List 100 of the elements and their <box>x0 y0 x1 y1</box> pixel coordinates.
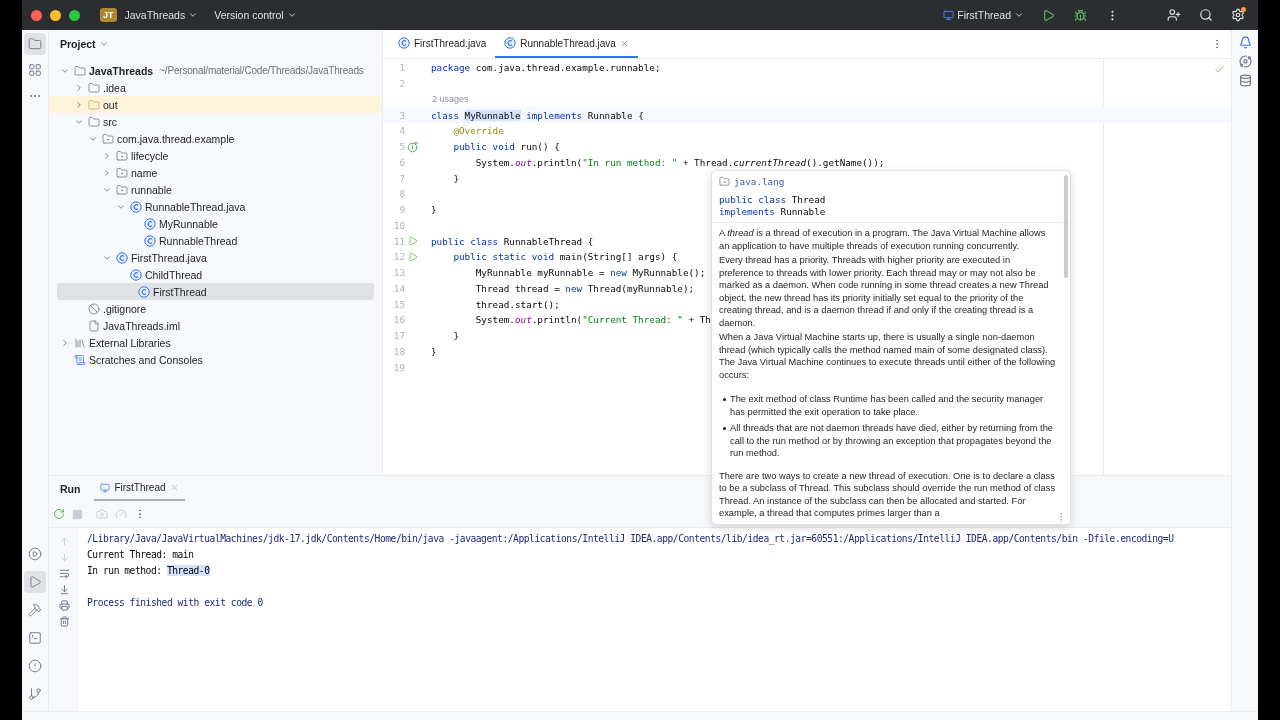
chevron-right-icon[interactable] <box>74 82 84 93</box>
tree-item[interactable]: name <box>49 164 382 181</box>
line-number: 15 <box>392 298 405 310</box>
tree-item[interactable]: .gitignore <box>49 300 382 317</box>
code-text: } <box>431 345 437 357</box>
terminal-icon <box>28 631 42 645</box>
chevron-right-icon[interactable] <box>60 337 70 348</box>
scrollbar[interactable] <box>1064 175 1068 278</box>
close-window-button[interactable] <box>31 9 42 21</box>
code-text: MyRunnable myRunnable = new MyRunnable(); <box>474 267 706 279</box>
database-icon[interactable] <box>1238 74 1252 87</box>
class-icon <box>398 37 410 49</box>
doc-paragraph: Every thread has a priority. Threads with higher priority are executed in preference to threads with lower priority. Each thread may or may not also be marked as a daemon. When code running in some thread creates a new Thread object, the new thread has its priority initially set equal to the priority of the creating thread, and is a daemon thread if and only if the creating thread is a daemon. <box>719 254 1050 329</box>
project-menu[interactable]: JavaThreads <box>124 9 199 21</box>
run-icon[interactable] <box>1041 8 1055 22</box>
printer-icon[interactable] <box>58 600 70 611</box>
version-control-menu[interactable]: Version control <box>214 9 297 21</box>
run-configuration-menu[interactable]: FirstThread <box>943 9 1024 21</box>
chevron-down-icon[interactable] <box>188 10 199 20</box>
line-number: 12 <box>392 251 405 263</box>
arrow-up-icon[interactable] <box>58 536 70 547</box>
trash-icon[interactable] <box>58 616 70 627</box>
line-number: 7 <box>398 172 405 184</box>
stop-icon[interactable] <box>72 508 83 520</box>
package-icon <box>116 183 128 196</box>
search-icon[interactable] <box>1199 8 1213 22</box>
folder-icon <box>88 81 100 94</box>
library-icon <box>74 336 86 349</box>
class-icon <box>130 200 142 213</box>
ignore-icon <box>88 302 100 315</box>
override-gutter-icon[interactable] <box>406 140 419 153</box>
usages-hint[interactable]: 2 usages <box>432 94 469 105</box>
tree-item[interactable]: RunnableThread <box>49 232 382 249</box>
notifications-icon[interactable] <box>1238 36 1252 49</box>
rerun-icon[interactable] <box>53 508 65 520</box>
line-number: 2 <box>398 78 405 90</box>
code-text: @Override <box>452 125 504 137</box>
code-text: public void run() { <box>452 141 560 153</box>
structure-icon <box>28 63 42 77</box>
tool-window-button[interactable] <box>24 571 46 593</box>
minimize-window-button[interactable] <box>50 9 61 21</box>
close-icon[interactable] <box>169 483 179 492</box>
tree-item[interactable]: JavaThreads.iml <box>49 317 382 334</box>
gauge-icon[interactable] <box>115 508 127 520</box>
problems-icon <box>28 659 42 673</box>
add-user-icon[interactable] <box>1167 8 1181 22</box>
close-icon[interactable] <box>619 38 629 48</box>
chevron-right-icon[interactable] <box>102 150 112 161</box>
line-number: 9 <box>398 204 405 216</box>
code-text: } <box>452 172 459 184</box>
bug-icon[interactable] <box>1073 8 1087 22</box>
zoom-window-button[interactable] <box>69 9 80 21</box>
tree-item[interactable]: .idea <box>49 79 382 96</box>
editor-tab[interactable]: RunnableThread.java <box>495 30 638 58</box>
package-icon <box>102 132 114 145</box>
tree-item[interactable]: External Libraries <box>49 334 382 351</box>
folder-icon <box>88 98 100 111</box>
signature-line: implements Runnable <box>719 206 827 217</box>
class-icon <box>116 251 128 264</box>
editor-tab[interactable]: FirstThread.java <box>389 30 496 58</box>
tree-item[interactable]: RunnableThread.java <box>49 198 382 215</box>
line-number: 1 <box>398 62 405 74</box>
run-gutter-icon[interactable] <box>407 251 418 262</box>
tree-item[interactable]: JavaThreads ~/Personal/material/Code/Threads/JavaThreads <box>49 62 382 79</box>
console-line: Current Thread: main <box>87 548 194 560</box>
doc-bullet: The exit method of class Runtime has been called and the security manager has permitted the exit operation to take place. <box>730 393 1045 418</box>
camera-icon[interactable] <box>96 508 108 520</box>
wrap-icon[interactable] <box>58 568 70 579</box>
chevron-down-icon[interactable] <box>98 39 109 49</box>
run-gutter-icon[interactable] <box>407 236 418 247</box>
chevron-down-icon[interactable] <box>1014 10 1024 20</box>
line-number: 3 <box>398 109 405 121</box>
chevron-right-icon[interactable] <box>102 167 112 178</box>
chevron-down-icon[interactable] <box>286 10 297 20</box>
chevron-right-icon[interactable] <box>74 99 84 110</box>
package-icon <box>719 175 730 187</box>
window-icon <box>943 9 955 21</box>
code-text: thread.start(); <box>474 298 560 310</box>
tree-item[interactable]: com.java.thread.example <box>49 130 382 147</box>
panel-title: Run <box>60 481 81 497</box>
tree-item[interactable]: lifecycle <box>49 147 382 164</box>
tree-item[interactable]: out <box>49 96 382 113</box>
arrow-down-icon[interactable] <box>58 552 70 563</box>
tree-item[interactable]: FirstThread.java <box>49 249 382 266</box>
tree-item[interactable]: ChildThread <box>49 266 382 283</box>
panel-title[interactable]: Project <box>60 38 96 50</box>
code-text: } <box>452 330 459 342</box>
orbit-icon[interactable] <box>1238 55 1252 68</box>
tree-item[interactable]: Scratches and Consoles <box>49 351 382 368</box>
scroll-to-end-icon[interactable] <box>58 584 70 595</box>
tree-item[interactable]: MyRunnable <box>49 215 382 232</box>
code-text: public static void main(String[] args) { <box>452 251 678 263</box>
tree-item[interactable]: src <box>49 113 382 130</box>
class-icon <box>138 285 150 298</box>
tree-item[interactable]: runnable <box>49 181 382 198</box>
tree-item[interactable]: FirstThread <box>57 283 374 300</box>
line-number: 4 <box>398 125 405 137</box>
tool-window-button[interactable] <box>24 33 46 55</box>
package-icon <box>116 149 128 162</box>
package-name[interactable]: java.lang <box>734 175 785 187</box>
